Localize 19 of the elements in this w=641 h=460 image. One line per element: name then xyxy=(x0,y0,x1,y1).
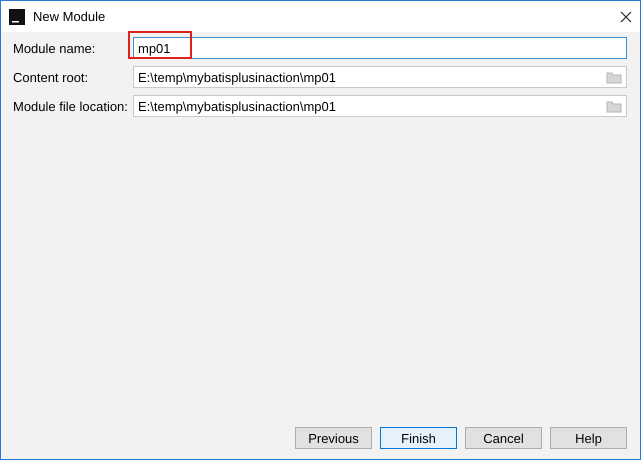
text-field[interactable]: E:\temp\mybatisplusinaction\mp01 xyxy=(133,95,627,117)
field-label: Module name: xyxy=(13,40,96,56)
dialog-button[interactable]: Help xyxy=(550,427,627,449)
field-value: E:\temp\mybatisplusinaction\mp01 xyxy=(138,70,337,84)
highlight-frame xyxy=(128,31,192,59)
field-label: Content root: xyxy=(13,70,90,84)
close-icon[interactable] xyxy=(620,10,632,22)
folder-icon[interactable] xyxy=(606,100,622,112)
text-field[interactable]: mp01 xyxy=(133,37,627,59)
dialog-button[interactable]: Previous xyxy=(295,427,372,449)
field-value: mp01 xyxy=(138,40,172,56)
app-logo-icon xyxy=(9,8,25,24)
window-title: New Module xyxy=(33,9,106,24)
text-field[interactable]: E:\temp\mybatisplusinaction\mp01 xyxy=(133,66,627,88)
dialog-button[interactable]: Finish xyxy=(380,427,457,449)
field-value: E:\temp\mybatisplusinaction\mp01 xyxy=(138,98,337,114)
field-label: Module file location: xyxy=(13,98,129,114)
folder-icon[interactable] xyxy=(606,70,622,84)
dialog-button[interactable]: Cancel xyxy=(465,427,542,449)
